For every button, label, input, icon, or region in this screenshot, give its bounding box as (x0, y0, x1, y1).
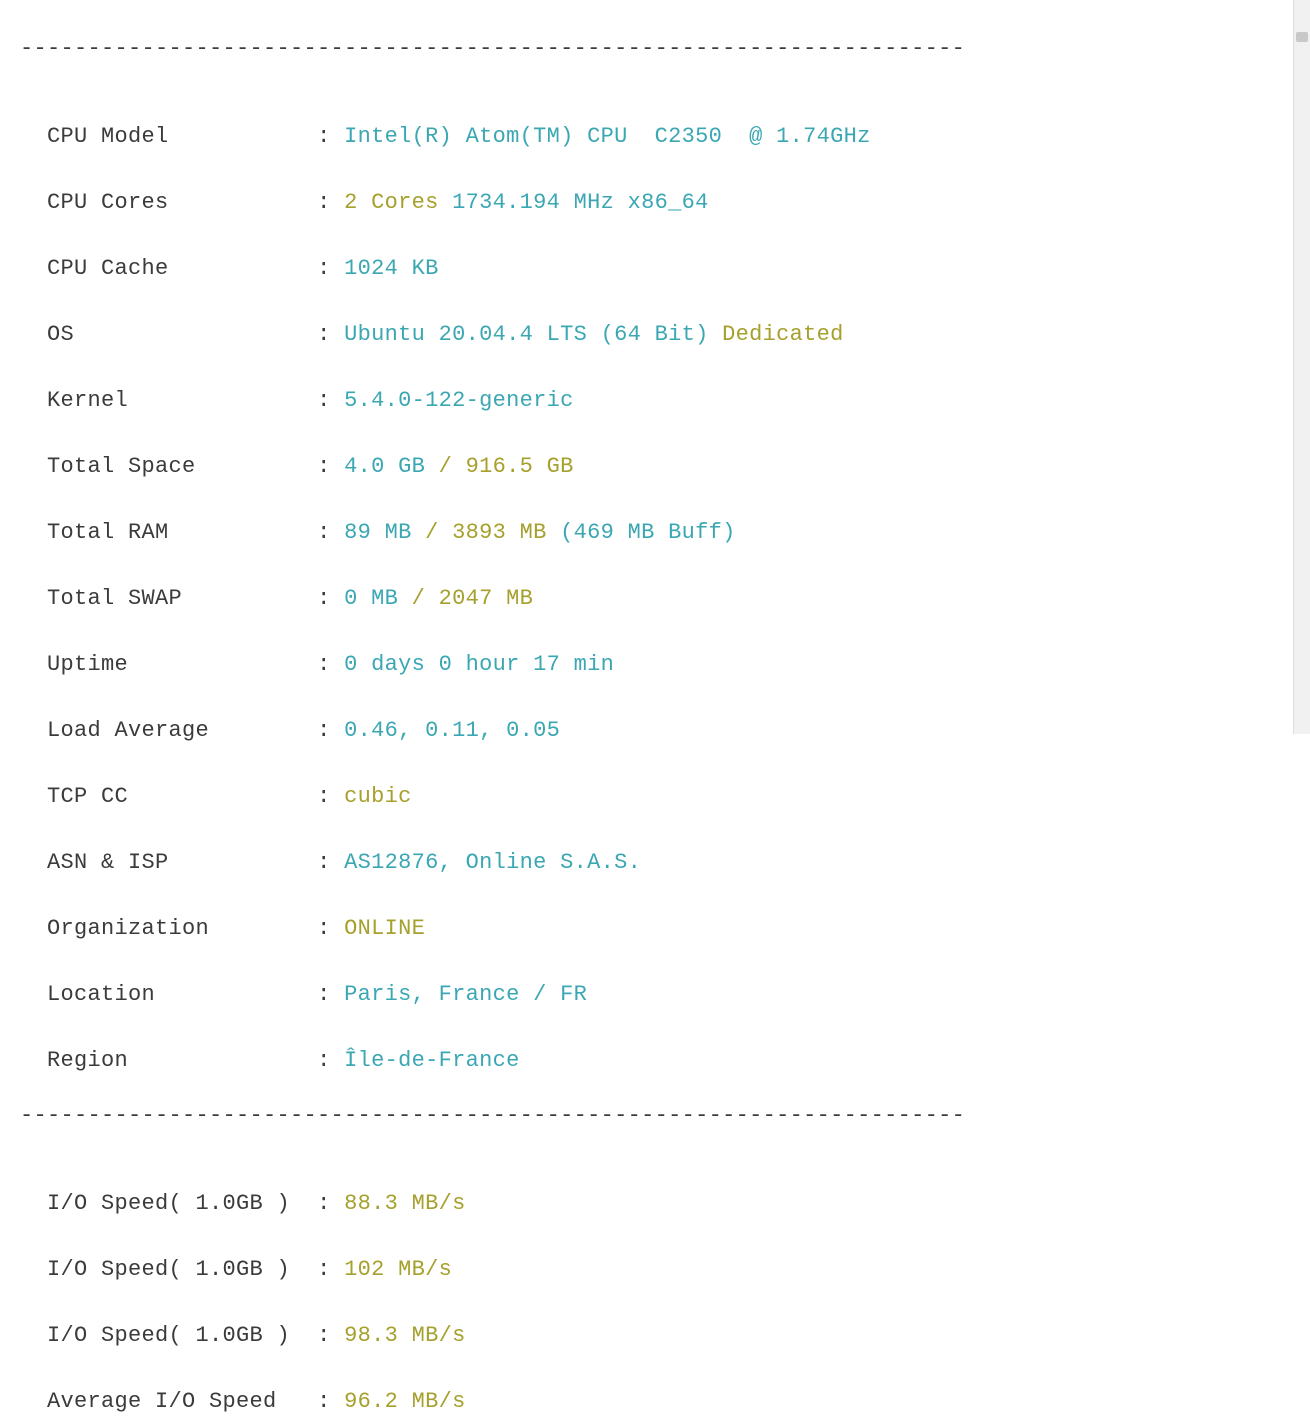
io-speed-avg-label: Average I/O Speed (47, 1389, 304, 1414)
asn-isp-line: ASN & ISP : AS12876, Online S.A.S. (20, 813, 1290, 879)
io-speed-2-label: I/O Speed( 1.0GB ) (47, 1257, 304, 1282)
tcp-cc-value: cubic (344, 784, 412, 809)
tcp-cc-label: TCP CC (47, 784, 304, 809)
sep: : (304, 850, 345, 875)
sep: : (304, 784, 345, 809)
sep: : (304, 1257, 345, 1282)
cpu-cache-line: CPU Cache : 1024 KB (20, 219, 1290, 285)
divider-mid: ----------------------------------------… (20, 1099, 1290, 1132)
total-ram-line: Total RAM : 89 MB / 3893 MB (469 MB Buff… (20, 483, 1290, 549)
sep: : (304, 586, 345, 611)
scrollbar[interactable] (1293, 0, 1310, 734)
organization-value: ONLINE (344, 916, 425, 941)
cpu-model-label: CPU Model (47, 124, 304, 149)
os-label: OS (47, 322, 304, 347)
sep: : (304, 1323, 345, 1348)
io-speed-3-line: I/O Speed( 1.0GB ) : 98.3 MB/s (20, 1286, 1290, 1352)
region-label: Region (47, 1048, 304, 1073)
io-speed-3-value: 98.3 MB/s (344, 1323, 466, 1348)
region-line: Region : Île-de-France (20, 1011, 1290, 1077)
sep: : (304, 190, 345, 215)
sep: : (304, 388, 345, 413)
total-ram-value-a: 89 MB (344, 520, 425, 545)
io-speed-1-line: I/O Speed( 1.0GB ) : 88.3 MB/s (20, 1154, 1290, 1220)
divider-top: ----------------------------------------… (20, 32, 1290, 65)
os-value-b: Dedicated (722, 322, 844, 347)
total-ram-value-c: (469 MB Buff) (560, 520, 736, 545)
uptime-label: Uptime (47, 652, 304, 677)
location-label: Location (47, 982, 304, 1007)
total-ram-label: Total RAM (47, 520, 304, 545)
os-value-a: Ubuntu 20.04.4 LTS (64 Bit) (344, 322, 722, 347)
os-line: OS : Ubuntu 20.04.4 LTS (64 Bit) Dedicat… (20, 285, 1290, 351)
sep: : (304, 1048, 345, 1073)
organization-label: Organization (47, 916, 304, 941)
load-average-label: Load Average (47, 718, 304, 743)
sep: : (304, 1389, 345, 1414)
organization-line: Organization : ONLINE (20, 879, 1290, 945)
load-average-line: Load Average : 0.46, 0.11, 0.05 (20, 681, 1290, 747)
total-swap-value-b: / 2047 MB (412, 586, 534, 611)
cpu-cache-label: CPU Cache (47, 256, 304, 281)
cpu-model-line: CPU Model : Intel(R) Atom(TM) CPU C2350 … (20, 87, 1290, 153)
sep: : (304, 916, 345, 941)
region-value: Île-de-France (344, 1048, 520, 1073)
cpu-cores-line: CPU Cores : 2 Cores 1734.194 MHz x86_64 (20, 153, 1290, 219)
io-speed-2-line: I/O Speed( 1.0GB ) : 102 MB/s (20, 1220, 1290, 1286)
cpu-cores-value-a: 2 Cores (344, 190, 452, 215)
sep: : (304, 718, 345, 743)
kernel-line: Kernel : 5.4.0-122-generic (20, 351, 1290, 417)
io-speed-1-value: 88.3 MB/s (344, 1191, 466, 1216)
io-speed-2-value: 102 MB/s (344, 1257, 452, 1282)
kernel-label: Kernel (47, 388, 304, 413)
asn-isp-label: ASN & ISP (47, 850, 304, 875)
total-swap-value-a: 0 MB (344, 586, 412, 611)
scrollbar-thumb[interactable] (1296, 32, 1308, 42)
cpu-cores-label: CPU Cores (47, 190, 304, 215)
total-space-value-a: 4.0 GB (344, 454, 439, 479)
io-speed-avg-line: Average I/O Speed : 96.2 MB/s (20, 1352, 1290, 1418)
sep: : (304, 982, 345, 1007)
asn-isp-value: AS12876, Online S.A.S. (344, 850, 641, 875)
location-line: Location : Paris, France / FR (20, 945, 1290, 1011)
sep: : (304, 256, 345, 281)
sep: : (304, 652, 345, 677)
total-swap-label: Total SWAP (47, 586, 304, 611)
tcp-cc-line: TCP CC : cubic (20, 747, 1290, 813)
sep: : (304, 1191, 345, 1216)
cpu-cache-value: 1024 KB (344, 256, 439, 281)
total-space-label: Total Space (47, 454, 304, 479)
uptime-value: 0 days 0 hour 17 min (344, 652, 614, 677)
load-average-value: 0.46, 0.11, 0.05 (344, 718, 560, 743)
sep: : (304, 520, 345, 545)
io-speed-1-label: I/O Speed( 1.0GB ) (47, 1191, 304, 1216)
total-ram-value-b: / 3893 MB (425, 520, 560, 545)
io-speed-3-label: I/O Speed( 1.0GB ) (47, 1323, 304, 1348)
sep: : (304, 322, 345, 347)
uptime-line: Uptime : 0 days 0 hour 17 min (20, 615, 1290, 681)
io-speed-avg-value: 96.2 MB/s (344, 1389, 466, 1414)
cpu-cores-value-b: 1734.194 MHz x86_64 (452, 190, 709, 215)
kernel-value: 5.4.0-122-generic (344, 388, 574, 413)
sep: : (304, 124, 345, 149)
total-space-value-b: / 916.5 GB (439, 454, 574, 479)
cpu-model-value: Intel(R) Atom(TM) CPU C2350 @ 1.74GHz (344, 124, 871, 149)
sep: : (304, 454, 345, 479)
total-swap-line: Total SWAP : 0 MB / 2047 MB (20, 549, 1290, 615)
total-space-line: Total Space : 4.0 GB / 916.5 GB (20, 417, 1290, 483)
location-value: Paris, France / FR (344, 982, 587, 1007)
